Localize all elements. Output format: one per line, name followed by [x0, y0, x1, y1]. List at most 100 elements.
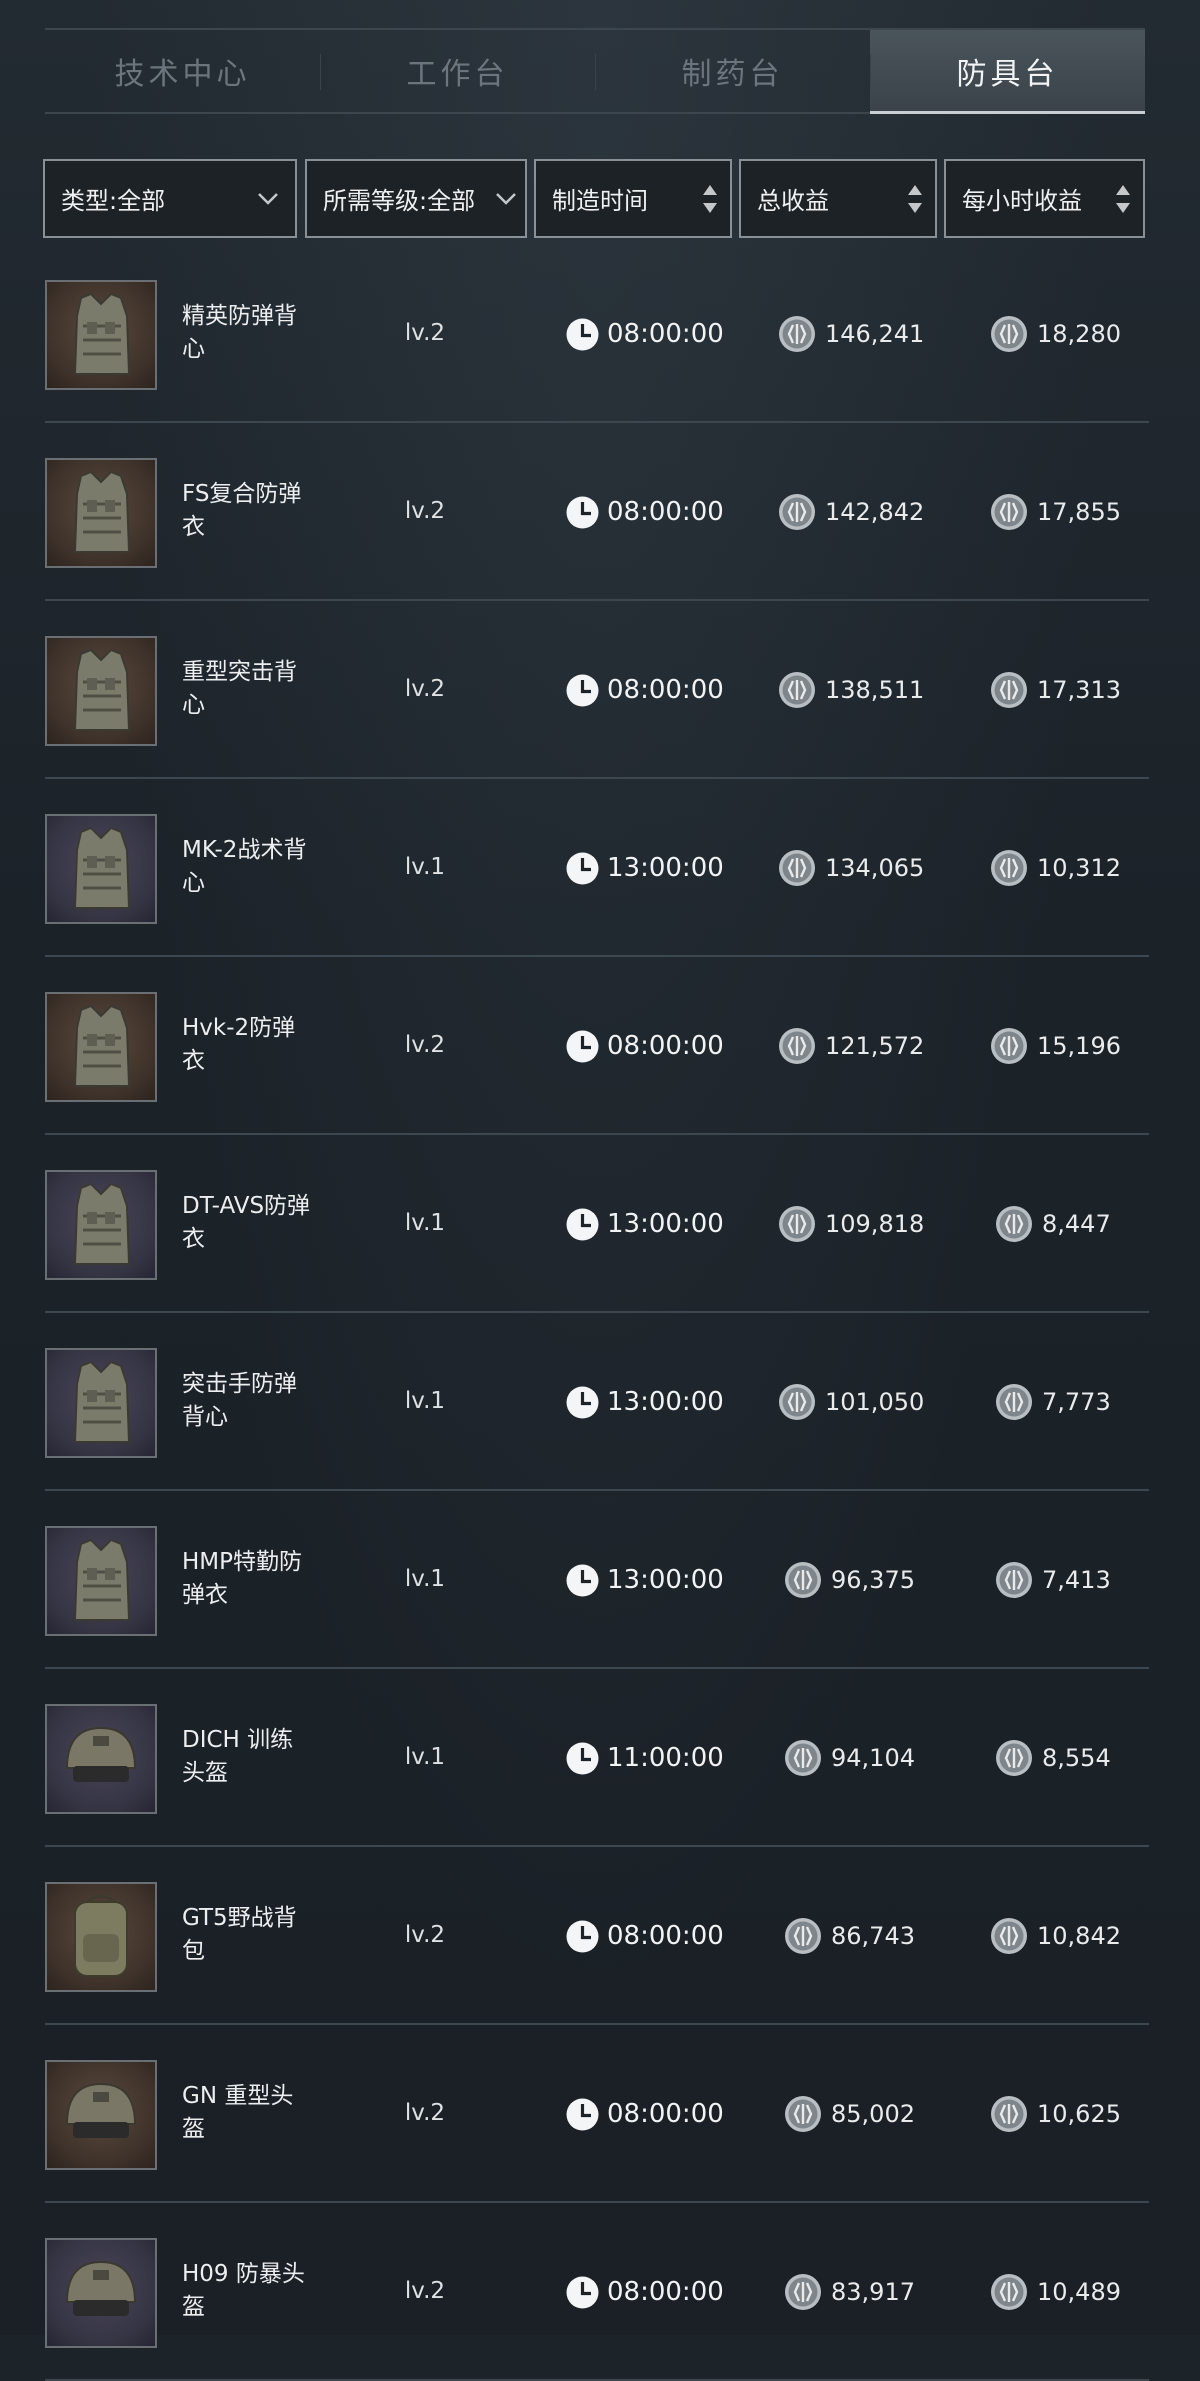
- helmet-icon: [65, 1726, 137, 1782]
- total-profit-value: 96,375: [831, 1566, 915, 1594]
- hourly-profit-value: 17,855: [1037, 498, 1121, 526]
- total-profit: 86,743: [784, 1918, 915, 1954]
- craft-time: 13:00:00: [566, 1384, 724, 1420]
- sort-hourly-profit-button[interactable]: 每小时收益: [944, 159, 1145, 238]
- coin-icon: [991, 1918, 1027, 1954]
- hourly-profit: 8,554: [995, 1740, 1111, 1776]
- total-profit-value: 142,842: [825, 498, 925, 526]
- list-item[interactable]: Hvk-2防弹衣 lv.2 08:00:00 121,572 15,196: [45, 957, 1149, 1135]
- total-profit: 134,065: [778, 850, 924, 886]
- hourly-profit-value: 15,196: [1037, 1032, 1121, 1060]
- hourly-profit-value: 10,842: [1037, 1922, 1121, 1950]
- list-item[interactable]: GT5野战背包 lv.2 08:00:00 86,743 10,842: [45, 1847, 1149, 2025]
- item-thumbnail: [45, 280, 157, 390]
- level-filter-dropdown[interactable]: 所需等级:全部: [305, 159, 527, 238]
- item-level: lv.2: [404, 320, 446, 346]
- hourly-profit: 7,413: [995, 1562, 1111, 1598]
- list-item[interactable]: 精英防弹背心 lv.2 08:00:00 146,241 18,280: [45, 245, 1149, 423]
- clock-icon: [566, 1030, 599, 1062]
- coin-icon: [991, 2096, 1027, 2132]
- craft-time-value: 08:00:00: [607, 2099, 724, 2129]
- coin-icon: [991, 316, 1027, 352]
- list-item[interactable]: 突击手防弹背心 lv.1 13:00:00 101,050 7,773: [45, 1313, 1149, 1491]
- list-item[interactable]: H09 防暴头盔 lv.2 08:00:00 83,917 10,489: [45, 2203, 1149, 2381]
- tab-tech-center[interactable]: 技术中心: [45, 30, 320, 112]
- sort-total-profit-label: 总收益: [757, 187, 829, 215]
- coin-icon: [996, 1740, 1032, 1776]
- clock-icon: [566, 1920, 599, 1952]
- clock-icon: [566, 1564, 599, 1596]
- coin-icon: [779, 1028, 815, 1064]
- coin-icon: [779, 1206, 815, 1242]
- item-thumbnail: [45, 992, 157, 1102]
- sort-craft-time-label: 制造时间: [552, 187, 648, 215]
- item-level: lv.2: [404, 498, 446, 524]
- clock-icon: [566, 318, 599, 350]
- sort-total-profit-button[interactable]: 总收益: [739, 159, 937, 238]
- total-profit-value: 109,818: [825, 1210, 925, 1238]
- coin-icon: [779, 850, 815, 886]
- item-level: lv.1: [404, 854, 446, 880]
- total-profit-value: 134,065: [825, 854, 925, 882]
- vest-icon: [73, 470, 131, 553]
- total-profit: 142,842: [778, 494, 924, 530]
- item-name: GN 重型头盔: [182, 2083, 294, 2142]
- craft-time: 08:00:00: [566, 316, 724, 352]
- list-item[interactable]: 重型突击背心 lv.2 08:00:00 138,511 17,313: [45, 601, 1149, 779]
- coin-icon: [991, 850, 1027, 886]
- hourly-profit-value: 18,280: [1037, 320, 1121, 348]
- chevron-down-icon: [258, 193, 278, 205]
- total-profit-value: 121,572: [825, 1032, 925, 1060]
- vest-icon: [73, 1538, 131, 1621]
- craft-time-value: 08:00:00: [607, 1031, 724, 1061]
- item-name: MK-2战术背心: [182, 837, 307, 896]
- craft-time-value: 13:00:00: [607, 1209, 724, 1239]
- item-level: lv.1: [404, 1566, 446, 1592]
- craft-time-value: 08:00:00: [607, 1921, 724, 1951]
- item-thumbnail: [45, 636, 157, 746]
- craft-time: 08:00:00: [566, 1028, 724, 1064]
- hourly-profit: 17,855: [990, 494, 1121, 530]
- workbench-tabs: 技术中心 工作台 制药台 防具台: [45, 28, 1145, 114]
- craft-time-value: 08:00:00: [607, 2277, 724, 2307]
- item-name: 精英防弹背心: [182, 303, 297, 362]
- craft-time-value: 08:00:00: [607, 675, 724, 705]
- craft-time-value: 13:00:00: [607, 1565, 724, 1595]
- coin-icon: [991, 1028, 1027, 1064]
- coin-icon: [779, 1384, 815, 1420]
- list-item[interactable]: MK-2战术背心 lv.1 13:00:00 134,065 10,312: [45, 779, 1149, 957]
- coin-icon: [996, 1206, 1032, 1242]
- item-name: GT5野战背包: [182, 1905, 297, 1964]
- list-item[interactable]: DICH 训练头盔 lv.1 11:00:00 94,104 8,554: [45, 1669, 1149, 1847]
- tab-workbench[interactable]: 工作台: [320, 30, 595, 112]
- list-item[interactable]: FS复合防弹衣 lv.2 08:00:00 142,842 17,855: [45, 423, 1149, 601]
- craft-time: 08:00:00: [566, 494, 724, 530]
- item-thumbnail: [45, 1704, 157, 1814]
- clock-icon: [566, 852, 599, 884]
- coin-icon: [991, 672, 1027, 708]
- total-profit: 94,104: [784, 1740, 915, 1776]
- total-profit: 146,241: [778, 316, 924, 352]
- total-profit-value: 83,917: [831, 2278, 915, 2306]
- list-item[interactable]: HMP特勤防弹衣 lv.1 13:00:00 96,375 7,413: [45, 1491, 1149, 1669]
- hourly-profit: 8,447: [995, 1206, 1111, 1242]
- item-level: lv.2: [404, 1922, 446, 1948]
- sort-arrows-icon: [908, 185, 922, 213]
- sort-arrows-icon: [1116, 185, 1130, 213]
- coin-icon: [779, 316, 815, 352]
- chevron-down-icon: [496, 193, 516, 205]
- tab-pharmacy[interactable]: 制药台: [595, 30, 870, 112]
- item-level: lv.1: [404, 1210, 446, 1236]
- item-level: lv.2: [404, 676, 446, 702]
- craft-time-value: 13:00:00: [607, 1387, 724, 1417]
- list-item[interactable]: GN 重型头盔 lv.2 08:00:00 85,002 10,625: [45, 2025, 1149, 2203]
- hourly-profit-value: 7,773: [1042, 1388, 1111, 1416]
- sort-craft-time-button[interactable]: 制造时间: [534, 159, 732, 238]
- vest-icon: [73, 292, 131, 375]
- list-item[interactable]: DT-AVS防弹衣 lv.1 13:00:00 109,818 8,447: [45, 1135, 1149, 1313]
- type-filter-dropdown[interactable]: 类型:全部: [43, 159, 297, 238]
- coin-icon: [779, 494, 815, 530]
- item-level: lv.1: [404, 1744, 446, 1770]
- item-thumbnail: [45, 1170, 157, 1280]
- tab-armor-bench[interactable]: 防具台: [870, 30, 1145, 114]
